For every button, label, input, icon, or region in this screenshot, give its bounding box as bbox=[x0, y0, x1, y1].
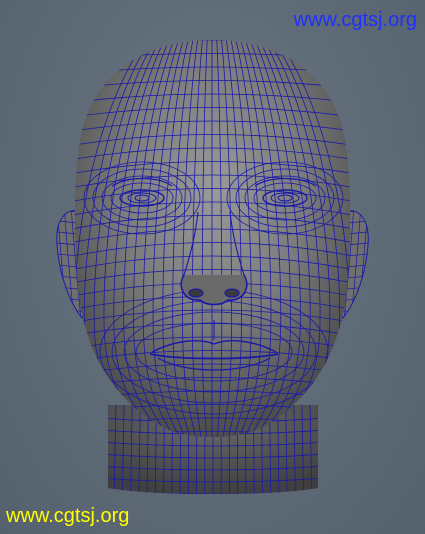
mesh-edge bbox=[317, 405, 318, 494]
3d-viewport[interactable]: www.cgtsj.org www.cgtsj.org bbox=[0, 0, 425, 534]
mesh-edge bbox=[108, 405, 109, 494]
watermark-bottom: www.cgtsj.org bbox=[6, 505, 130, 527]
watermark-top: www.cgtsj.org bbox=[293, 9, 417, 31]
head-mesh bbox=[74, 40, 351, 437]
head-wireframe-model[interactable] bbox=[0, 0, 425, 534]
